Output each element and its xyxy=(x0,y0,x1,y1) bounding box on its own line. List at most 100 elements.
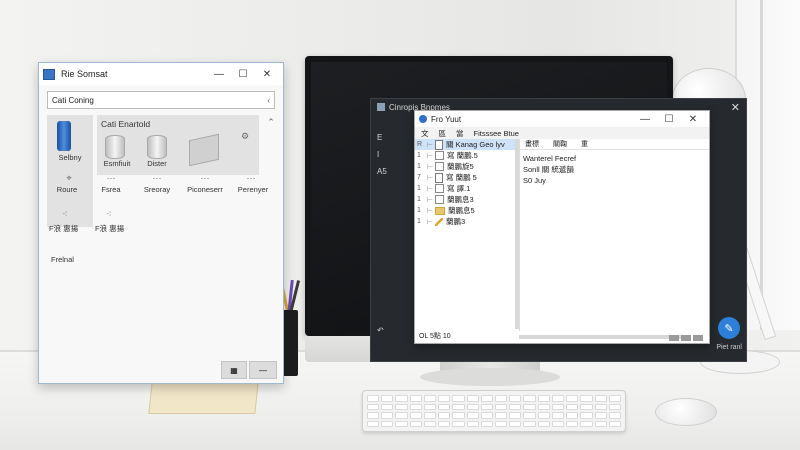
footer-button[interactable]: — xyxy=(249,361,277,379)
item-label[interactable]: Perenyer xyxy=(231,185,275,194)
drum-icon xyxy=(147,135,167,159)
keyboard-key xyxy=(395,403,408,410)
view-icon[interactable] xyxy=(681,335,691,341)
monitor-stand-base xyxy=(420,368,560,386)
column-header[interactable]: 畫標 xyxy=(525,139,539,149)
keyboard-key xyxy=(452,403,465,410)
keyboard-key xyxy=(580,412,593,419)
tree-row[interactable]: 1 ⊢ 蘭鵬息5 xyxy=(415,205,519,216)
footer-button[interactable]: ▦ xyxy=(221,361,247,379)
keyboard-key xyxy=(423,412,437,419)
sidebar-item[interactable]: E xyxy=(371,129,415,146)
chevron-up-icon[interactable]: ⌃ xyxy=(261,117,281,128)
keyboard-key xyxy=(423,395,437,402)
menu-item[interactable]: 文 xyxy=(421,128,429,139)
tile-label[interactable]: Esmfiuit xyxy=(97,159,137,168)
column-header[interactable]: 重 xyxy=(581,139,588,149)
tile-label: Selbny xyxy=(58,153,82,162)
tree-row-label: 寫 蘭鵬 5 xyxy=(446,173,477,182)
tree-row[interactable]: 1 ⊢ 蘭鵬息3 xyxy=(415,194,519,205)
pen-icon: ✎ xyxy=(724,322,734,335)
expand-icon[interactable]: ⊢ xyxy=(427,141,435,149)
tree-row[interactable]: 1 ⊢ 寫 蘭鵬.5 xyxy=(415,150,519,161)
keyboard-key xyxy=(452,395,465,402)
tree-row-label: 寫 譯.1 xyxy=(447,184,471,193)
checkbox-icon[interactable] xyxy=(435,195,444,204)
keyboard-key xyxy=(423,420,437,427)
tree-row[interactable]: 7 ⊢ 寫 蘭鵬 5 xyxy=(415,172,519,183)
expand-icon[interactable]: ⊢ xyxy=(427,185,435,193)
control-panel-window[interactable]: Rie Somsat — ☐ ✕ Cati Coning ‹ Selbny Ca… xyxy=(38,62,284,384)
item-label[interactable]: Piconeserr xyxy=(181,185,229,194)
item-label[interactable]: Roure xyxy=(45,185,89,194)
expand-icon[interactable]: ⊢ xyxy=(427,174,435,182)
pin-icon: ⌖ xyxy=(66,173,72,183)
window-mullion xyxy=(760,0,763,330)
back-icon[interactable]: ↶ xyxy=(377,326,384,335)
sidebar-item[interactable]: I xyxy=(371,146,415,163)
horizontal-scrollbar[interactable] xyxy=(519,335,683,339)
tree-row-label: 蘭鵬息3 xyxy=(447,195,474,204)
maximize-icon[interactable]: ☐ xyxy=(657,109,681,129)
keyboard-key xyxy=(367,403,380,410)
close-icon[interactable]: ✕ xyxy=(681,109,705,129)
checkbox-icon[interactable] xyxy=(435,151,444,160)
sidebar-item[interactable]: A5 xyxy=(371,163,415,180)
expand-icon[interactable]: ⊢ xyxy=(427,152,435,160)
maximize-icon[interactable]: ☐ xyxy=(231,64,255,84)
keyboard-key xyxy=(537,412,550,419)
minimize-icon[interactable]: — xyxy=(207,64,231,84)
keyboard-key xyxy=(495,395,508,402)
launch-button[interactable]: ✎ xyxy=(718,317,740,339)
expand-icon[interactable]: ⊢ xyxy=(427,196,435,204)
view-icon[interactable] xyxy=(669,335,679,341)
keyboard-key xyxy=(608,395,621,402)
keyboard-key xyxy=(537,420,550,427)
device-icon: ⁖ xyxy=(62,209,68,219)
keyboard-key xyxy=(580,403,593,410)
minimize-icon[interactable]: — xyxy=(633,109,657,129)
keyboard-key xyxy=(495,403,508,410)
keyboard-key xyxy=(480,395,493,402)
item-label[interactable]: Sreoray xyxy=(135,185,179,194)
chevron-left-icon[interactable]: ‹ xyxy=(267,96,270,105)
close-icon[interactable]: ✕ xyxy=(731,101,740,114)
tree-row-label: 蘭鵬旋5 xyxy=(447,162,474,171)
view-icon[interactable] xyxy=(693,335,703,341)
keyboard-key xyxy=(466,420,479,427)
tree-scrollbar[interactable] xyxy=(515,139,519,329)
close-icon[interactable]: ✕ xyxy=(255,64,279,84)
keyboard-key xyxy=(409,412,422,419)
tree-row-label: 寫 蘭鵬.5 xyxy=(447,151,478,160)
dropdown-label[interactable]: F浪 惠揚 xyxy=(95,223,124,234)
menu-item[interactable]: Fitsssee Btue xyxy=(474,129,519,138)
item-label[interactable]: Fsrea xyxy=(91,185,131,194)
checkbox-icon[interactable] xyxy=(435,162,444,171)
expand-icon[interactable]: ⊢ xyxy=(427,218,435,226)
expand-icon[interactable]: ⊢ xyxy=(427,207,435,215)
address-bar[interactable]: Cati Coning ‹ xyxy=(47,91,275,109)
app-logo-icon xyxy=(419,115,427,123)
keyboard-key xyxy=(480,420,493,427)
keyboard-key xyxy=(409,420,422,427)
keyboard-key xyxy=(551,395,565,402)
tree-row[interactable]: 1 ⊢ 蘭鵬旋5 xyxy=(415,161,519,172)
tree-row[interactable]: 1 ⊢ 寫 譯.1 xyxy=(415,183,519,194)
column-header[interactable]: 關鞠 xyxy=(553,139,567,149)
control-panel-footer: ▦ — xyxy=(39,357,283,383)
view-toggle[interactable] xyxy=(669,335,703,341)
tile-label[interactable]: Dister xyxy=(139,159,175,168)
dropdown-label[interactable]: F浪 惠揚 xyxy=(49,223,78,234)
checkbox-icon[interactable] xyxy=(435,184,444,193)
expand-icon[interactable]: ⊢ xyxy=(427,163,435,171)
file-explorer-window[interactable]: Fro Yuut — ☐ ✕ 文 區 當 Fitsssee Btue R ⊢ 關 K… xyxy=(414,110,710,344)
keyboard-key xyxy=(495,420,508,427)
dots-icon: ··· xyxy=(106,173,116,183)
launch-label: Piet ranl xyxy=(716,344,742,351)
menu-item[interactable]: 區 xyxy=(439,128,447,139)
tree-row[interactable]: R ⊢ 關 Kanag Geo lyv xyxy=(415,139,519,150)
row-gutter: 7 xyxy=(417,174,421,181)
tree-row[interactable]: 1 ⊢ 蘭鵬3 xyxy=(415,216,519,227)
menu-item[interactable]: 當 xyxy=(456,128,464,139)
gear-icon[interactable]: ⚙ xyxy=(235,131,255,142)
